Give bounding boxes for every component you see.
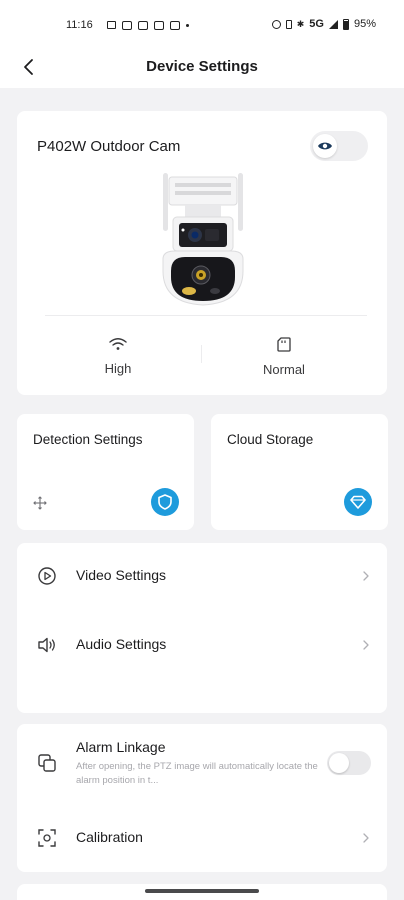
chevron-right-icon	[363, 571, 369, 581]
play-circle-icon	[38, 567, 56, 585]
wifi-signal-label: High	[104, 361, 132, 376]
status-time: 11:16	[66, 19, 93, 31]
camera-image	[162, 173, 244, 306]
message-notification-icon	[106, 21, 116, 29]
cell-signal-icon	[328, 19, 338, 29]
shield-icon	[158, 494, 172, 510]
calibration-label: Calibration	[76, 829, 143, 845]
diamond-icon	[350, 495, 366, 509]
status-left: 11:16	[66, 19, 189, 31]
alarm-toggle-knob	[329, 753, 349, 773]
ptz-settings-card: Alarm Linkage After opening, the PTZ ima…	[17, 724, 387, 872]
device-divider	[45, 315, 367, 316]
cloud-storage-title: Cloud Storage	[227, 432, 314, 447]
speaker-icon	[38, 637, 55, 653]
chevron-right-icon	[363, 640, 369, 650]
privacy-toggle-knob	[313, 134, 337, 158]
alarm-linkage-icon	[38, 754, 56, 772]
storage-label: Normal	[263, 362, 305, 377]
battery-icon	[342, 18, 349, 30]
alarm-linkage-label: Alarm Linkage	[76, 739, 166, 755]
calibration-icon	[38, 829, 56, 847]
chevron-right-icon	[363, 833, 369, 843]
media-settings-card: Video Settings Audio Settings	[17, 543, 387, 713]
network-type: 5G	[309, 18, 324, 30]
device-card: P402W Outdoor Cam High Normal	[17, 111, 387, 395]
app-notification-icon	[121, 20, 132, 30]
audio-settings-row[interactable]: Audio Settings	[17, 617, 387, 673]
sd-card-icon	[277, 337, 291, 352]
audio-settings-label: Audio Settings	[76, 636, 167, 652]
detection-settings-title: Detection Settings	[33, 432, 143, 447]
app-notification-icon	[137, 20, 148, 30]
column-separator	[201, 345, 202, 363]
privacy-toggle[interactable]	[310, 131, 368, 161]
more-notifications-icon	[185, 23, 189, 27]
cloud-storage-card[interactable]: Cloud Storage	[211, 414, 388, 530]
app-notification-icon	[153, 20, 164, 30]
storage-status: Normal	[249, 337, 319, 377]
cloud-badge	[344, 488, 372, 516]
home-indicator[interactable]	[145, 889, 259, 893]
app-notification-icon	[169, 20, 180, 30]
device-name: P402W Outdoor Cam	[37, 138, 181, 155]
calibration-row[interactable]: Calibration	[17, 810, 387, 866]
wifi-signal-status: High	[83, 337, 153, 376]
status-right: ✱ 5G 95%	[271, 18, 376, 30]
status-bar: 11:16 ✱ 5G 95%	[0, 0, 404, 48]
app-header: Device Settings	[0, 48, 404, 88]
vibrate-icon	[285, 19, 292, 29]
detection-settings-card[interactable]: Detection Settings	[17, 414, 194, 530]
alarm-linkage-toggle[interactable]	[327, 751, 371, 775]
wifi-icon	[109, 338, 127, 350]
eye-icon	[318, 142, 332, 150]
move-icon	[33, 496, 47, 510]
page-title: Device Settings	[146, 58, 258, 75]
battery-level: 95%	[353, 18, 376, 30]
wifi-status-icon: ✱	[296, 18, 305, 29]
alarm-linkage-description: After opening, the PTZ image will automa…	[76, 761, 318, 786]
detection-badge	[151, 488, 179, 516]
alarm-icon	[271, 19, 281, 29]
video-settings-label: Video Settings	[76, 567, 167, 583]
video-settings-row[interactable]: Video Settings	[17, 548, 387, 604]
